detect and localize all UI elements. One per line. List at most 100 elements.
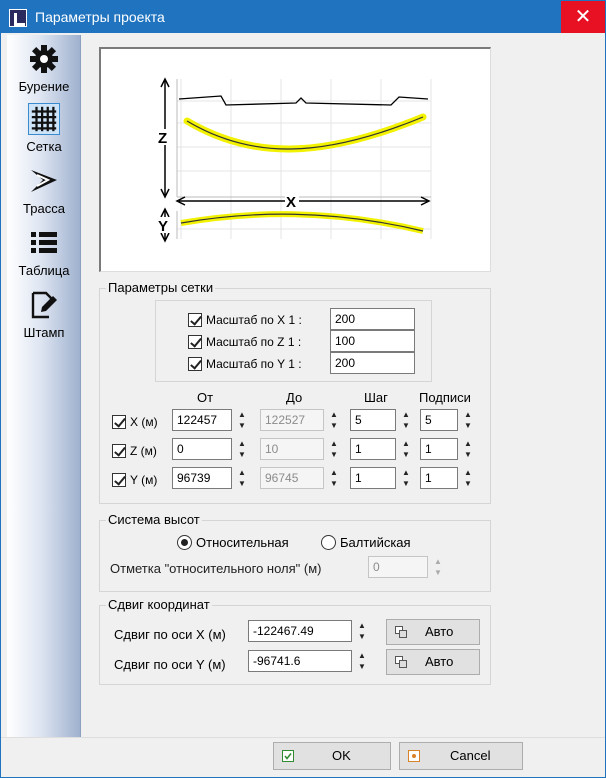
axis-x-checkbox[interactable]: [112, 415, 126, 429]
x-from-spinner[interactable]: ▲ ▼: [234, 409, 250, 431]
y-step-input[interactable]: 1: [350, 467, 396, 489]
z-labels-spinner[interactable]: ▲ ▼: [460, 438, 476, 460]
grid-icon: [28, 103, 60, 135]
window-title: Параметры проекта: [35, 9, 165, 25]
check-icon: [282, 750, 294, 762]
title-bar[interactable]: Параметры проекта ✕: [1, 1, 605, 33]
ok-label: OK: [332, 748, 351, 763]
zero-mark-spinner: ▲ ▼: [434, 557, 442, 577]
preview-drawing: Z X Y: [157, 77, 432, 243]
x-labels-spinner[interactable]: ▲ ▼: [460, 409, 476, 431]
stamp-edit-icon: [31, 291, 57, 319]
y-labels-input[interactable]: 1: [420, 467, 458, 489]
col-header-from: От: [197, 390, 214, 405]
axis-x-label: X (м): [130, 415, 158, 429]
auto-shift-icon: [395, 626, 407, 638]
gear-icon: [30, 45, 58, 73]
scale-z-input[interactable]: 100: [330, 330, 415, 352]
grid-row-z: Z (м) 0 ▲ ▼ 10 ▲ ▼ 1 ▲ ▼ 1 ▲ ▼: [100, 438, 490, 464]
x-from-input[interactable]: 122457: [172, 409, 232, 431]
ok-button[interactable]: OK: [273, 742, 391, 770]
y-labels-spinner[interactable]: ▲ ▼: [460, 467, 476, 489]
baltic-label: Балтийская: [340, 535, 411, 550]
axis-label-z: Z: [158, 130, 167, 147]
z-to-spinner[interactable]: ▲ ▼: [326, 438, 342, 460]
axis-label-x: X: [286, 194, 296, 211]
col-header-labels: Подписи: [419, 390, 471, 405]
axis-y-label: Y (м): [130, 473, 158, 487]
relative-label: Относительная: [196, 535, 289, 550]
shift-x-input[interactable]: -122467.49: [248, 620, 352, 642]
app-logo-icon: [9, 9, 27, 27]
group-title: Параметры сетки: [106, 280, 216, 295]
cancel-icon: [408, 750, 420, 762]
grid-preview: Z X Y: [99, 47, 491, 272]
sidebar-item-label: Трасса: [23, 201, 65, 216]
z-to-input: 10: [260, 438, 324, 460]
cancel-label: Cancel: [450, 748, 491, 763]
col-header-to: До: [286, 390, 303, 405]
zero-mark-label: Отметка "относительного ноля" (м): [110, 561, 322, 576]
y-step-spinner[interactable]: ▲ ▼: [398, 467, 414, 489]
sidebar-item-grid[interactable]: Сетка: [7, 99, 81, 159]
dialog-footer: OK Cancel: [1, 737, 605, 777]
scale-z-label: Масштаб по Z 1 :: [206, 335, 302, 349]
shift-y-label: Сдвиг по оси Y (м): [114, 657, 226, 672]
shift-y-input[interactable]: -96741.6: [248, 650, 352, 672]
auto-y-label: Авто: [425, 654, 454, 669]
cancel-button[interactable]: Cancel: [399, 742, 523, 770]
shift-y-spinner[interactable]: ▲ ▼: [354, 650, 370, 672]
sidebar-item-label: Штамп: [23, 325, 65, 340]
z-from-spinner[interactable]: ▲ ▼: [234, 438, 250, 460]
height-system-group: Система высот Относительная Балтийская О…: [99, 512, 491, 592]
scale-y-checkbox[interactable]: [188, 357, 202, 371]
scale-x-checkbox[interactable]: [188, 313, 202, 327]
auto-x-label: Авто: [425, 624, 454, 639]
x-labels-input[interactable]: 5: [420, 409, 458, 431]
y-to-input: 96745: [260, 467, 324, 489]
scale-y-label: Масштаб по Y 1 :: [206, 357, 302, 371]
auto-shift-icon: [395, 656, 407, 668]
relative-radio[interactable]: [177, 535, 192, 550]
sidebar-item-label: Таблица: [18, 263, 70, 278]
z-step-input[interactable]: 1: [350, 438, 396, 460]
route-icon: [31, 170, 57, 192]
sidebar-item-table[interactable]: Таблица: [7, 223, 81, 283]
project-params-dialog: Параметры проекта ✕ Бурение Сетка Трасса…: [0, 0, 606, 778]
scale-x-input[interactable]: 200: [330, 308, 415, 330]
close-button[interactable]: ✕: [561, 1, 605, 33]
shift-x-label: Сдвиг по оси X (м): [114, 627, 226, 642]
scale-box: Масштаб по X 1 : 200 Масштаб по Z 1 : 10…: [155, 300, 432, 382]
z-from-input[interactable]: 0: [172, 438, 232, 460]
coord-shift-group: Сдвиг координат Сдвиг по оси X (м) -1224…: [99, 597, 491, 685]
z-labels-input[interactable]: 1: [420, 438, 458, 460]
x-to-input: 122527: [260, 409, 324, 431]
grid-row-x: X (м) 122457 ▲ ▼ 122527 ▲ ▼ 5 ▲ ▼ 5 ▲ ▼: [100, 409, 490, 435]
axis-y-checkbox[interactable]: [112, 473, 126, 487]
baltic-radio[interactable]: [321, 535, 336, 550]
scale-z-checkbox[interactable]: [188, 335, 202, 349]
shift-x-spinner[interactable]: ▲ ▼: [354, 620, 370, 642]
sidebar-item-route[interactable]: Трасса: [7, 161, 81, 221]
axis-z-label: Z (м): [130, 444, 157, 458]
sidebar-item-label: Сетка: [26, 139, 62, 154]
sidebar-item-stamp[interactable]: Штамп: [7, 285, 81, 345]
scale-y-input[interactable]: 200: [330, 352, 415, 374]
axis-label-y: Y: [158, 218, 168, 235]
y-to-spinner[interactable]: ▲ ▼: [326, 467, 342, 489]
grid-params-group: Параметры сетки Масштаб по X 1 : 200 Мас…: [99, 280, 491, 504]
axis-z-checkbox[interactable]: [112, 444, 126, 458]
x-step-spinner[interactable]: ▲ ▼: [398, 409, 414, 431]
grid-row-y: Y (м) 96739 ▲ ▼ 96745 ▲ ▼ 1 ▲ ▼ 1 ▲ ▼: [100, 467, 490, 493]
sidebar-item-label: Бурение: [18, 79, 70, 94]
x-step-input[interactable]: 5: [350, 409, 396, 431]
auto-y-button[interactable]: Авто: [386, 649, 480, 675]
y-from-input[interactable]: 96739: [172, 467, 232, 489]
auto-x-button[interactable]: Авто: [386, 619, 480, 645]
x-to-spinner[interactable]: ▲ ▼: [326, 409, 342, 431]
table-list-icon: [31, 232, 57, 253]
y-from-spinner[interactable]: ▲ ▼: [234, 467, 250, 489]
sidebar-item-drilling[interactable]: Бурение: [7, 39, 81, 99]
col-header-step: Шаг: [364, 390, 388, 405]
z-step-spinner[interactable]: ▲ ▼: [398, 438, 414, 460]
